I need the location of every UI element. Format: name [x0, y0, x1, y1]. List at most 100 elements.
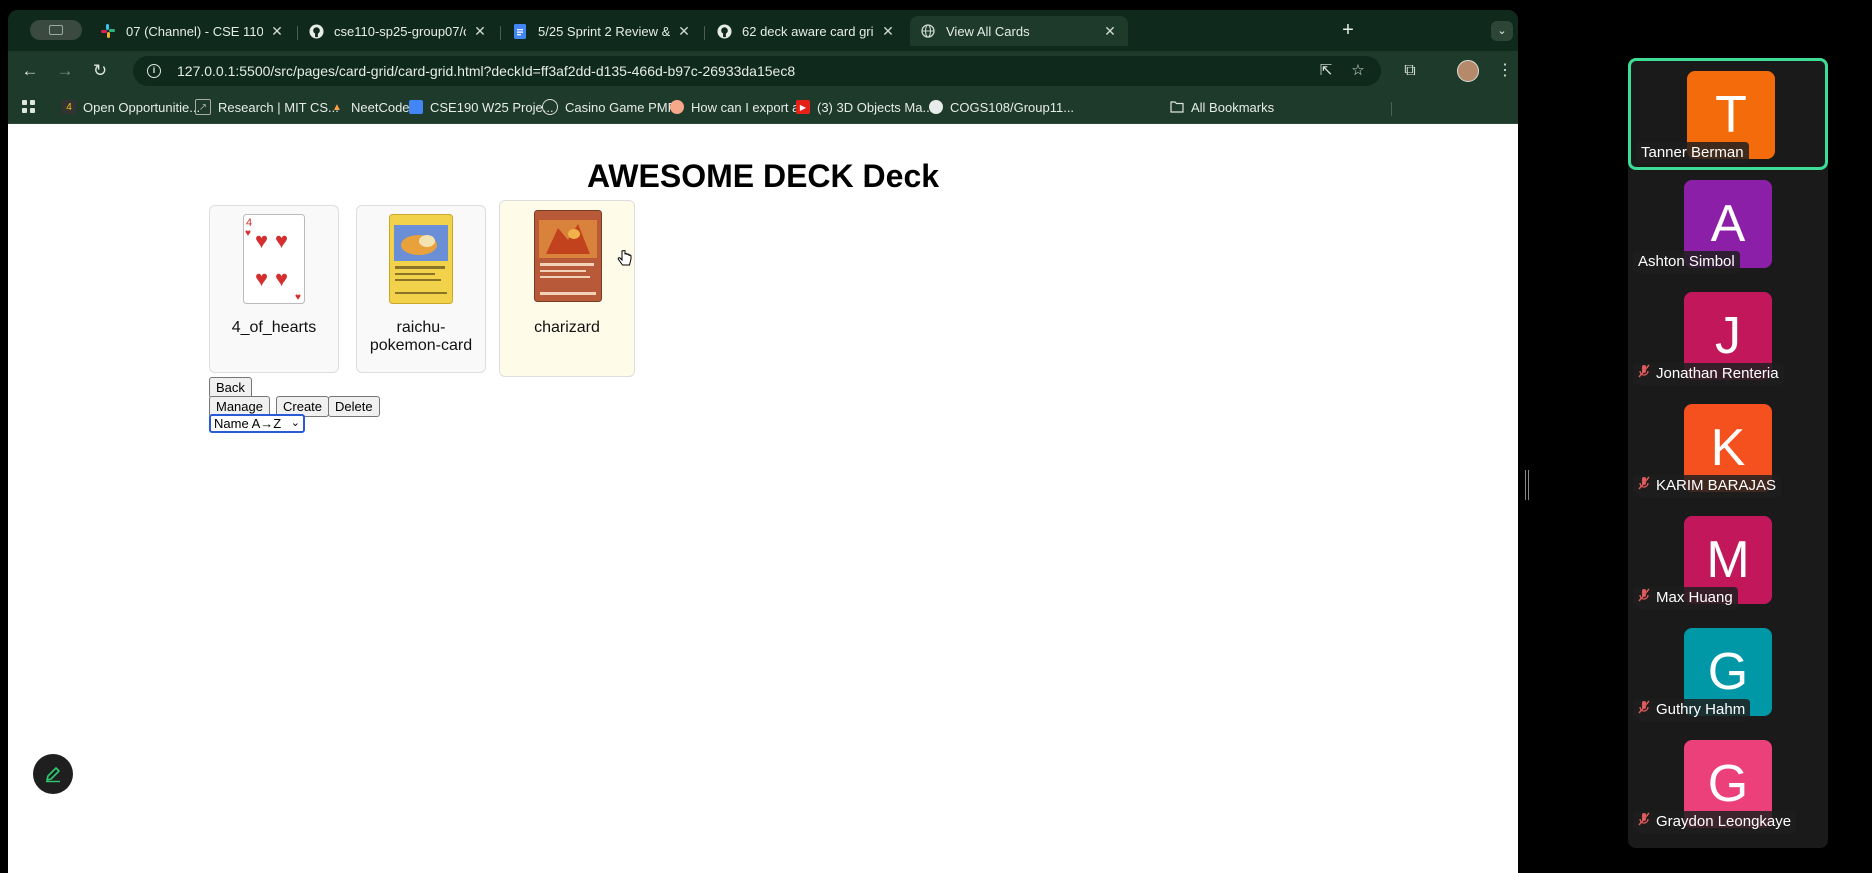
- card-tile[interactable]: charizard: [499, 200, 635, 377]
- card-name: raichu-pokemon-card: [369, 319, 473, 354]
- tab-separator: [704, 26, 705, 40]
- muted-mic-icon: [1638, 475, 1650, 497]
- open-in-app-icon[interactable]: ⇱: [1316, 61, 1336, 81]
- bookmarks-separator: [1391, 102, 1392, 116]
- edit-pencil-button[interactable]: [33, 754, 73, 794]
- participant-tile[interactable]: K KARIM BARAJAS: [1628, 394, 1828, 506]
- address-bar[interactable]: i 127.0.0.1:5500/src/pages/card-grid/car…: [133, 56, 1381, 86]
- github-icon: [929, 100, 943, 114]
- page-title: AWESOME DECK Deck: [586, 158, 940, 194]
- participant-tile[interactable]: J Jonathan Renteria: [1628, 282, 1828, 394]
- rocket-icon: ▲: [332, 101, 342, 113]
- participant-name: Graydon Leongkaye: [1633, 811, 1797, 833]
- bookmark-item[interactable]: CSE190 W25 Proje...: [409, 98, 554, 116]
- tab-title: 5/25 Sprint 2 Review & Retro: [538, 23, 670, 39]
- participant-tile[interactable]: A Ashton Simbol: [1628, 170, 1828, 282]
- globe-icon: [920, 23, 936, 39]
- tab-view-all-cards[interactable]: View All Cards ✕: [910, 16, 1128, 46]
- site-info-icon[interactable]: i: [147, 64, 161, 78]
- back-button[interactable]: Back: [209, 377, 252, 398]
- back-arrow-icon[interactable]: ←: [20, 61, 40, 81]
- browser-window: 07 (Channel) - CSE 110 Spring ✕ cse110-s…: [8, 10, 1518, 873]
- close-tab-icon[interactable]: ✕: [880, 23, 896, 40]
- participant-name: Jonathan Renteria: [1633, 363, 1784, 385]
- close-tab-icon[interactable]: ✕: [472, 23, 488, 40]
- tab-separator: [500, 26, 501, 40]
- playing-card-image: 4 ♥ ♥ ♥ ♥ ♥ ♥: [243, 214, 305, 304]
- bookmark-label: COGS108/Group11...: [950, 99, 1075, 115]
- bookmark-item[interactable]: ▲ NeetCode: [330, 98, 410, 116]
- tab-github-repo[interactable]: cse110-sp25-group07/card-d ✕: [298, 16, 498, 46]
- bookmark-label: (3) 3D Objects Ma...: [817, 99, 934, 115]
- url-text: 127.0.0.1:5500/src/pages/card-grid/card-…: [177, 63, 796, 79]
- bookmark-label: Casino Game PMF: [565, 99, 676, 115]
- participant-tile[interactable]: G Graydon Leongkaye: [1628, 730, 1828, 842]
- all-bookmarks[interactable]: All Bookmarks: [1170, 98, 1274, 116]
- chevron-down-icon: ⌄: [290, 417, 300, 429]
- participant-name-text: Ashton Simbol: [1638, 253, 1735, 270]
- card-tile[interactable]: 4 ♥ ♥ ♥ ♥ ♥ ♥ 4_of_hearts: [209, 205, 339, 373]
- delete-button[interactable]: Delete: [328, 396, 380, 417]
- panel-resize-handle[interactable]: [1525, 470, 1529, 500]
- bookmark-star-icon[interactable]: ☆: [1348, 61, 1368, 81]
- new-tab-icon[interactable]: +: [1336, 20, 1360, 40]
- bookmark-item[interactable]: COGS108/Group11...: [929, 98, 1074, 116]
- muted-mic-icon: [1638, 363, 1650, 385]
- close-tab-icon[interactable]: ✕: [676, 23, 692, 40]
- participant-tile[interactable]: M Max Huang: [1628, 506, 1828, 618]
- bookmark-label: All Bookmarks: [1191, 99, 1275, 115]
- bookmark-item[interactable]: Casino Game PMF: [542, 98, 676, 116]
- tab-google-doc[interactable]: 5/25 Sprint 2 Review & Retro ✕: [502, 16, 702, 46]
- window-switcher-icon[interactable]: [30, 20, 82, 40]
- participant-name-text: Graydon Leongkaye: [1656, 813, 1792, 830]
- participants-panel: T Tanner Berman A Ashton Simbol J Jonath…: [1628, 58, 1828, 848]
- participant-name-text: Guthry Hahm: [1656, 701, 1746, 718]
- bookmark-label: NeetCode: [351, 99, 410, 115]
- forward-arrow-icon[interactable]: →: [55, 61, 75, 81]
- svg-text:♥: ♥: [295, 292, 301, 303]
- bookmark-item[interactable]: ▶ (3) 3D Objects Ma...: [796, 98, 933, 116]
- muted-mic-icon: [1638, 811, 1650, 833]
- sort-select[interactable]: Name A→Z ⌄: [209, 414, 305, 433]
- github-icon: [716, 23, 732, 39]
- tab-title: 62 deck aware card grid and: [742, 23, 874, 39]
- close-tab-icon[interactable]: ✕: [269, 23, 285, 40]
- tab-github-issue[interactable]: 62 deck aware card grid and ✕: [706, 16, 906, 46]
- google-docs-icon: [512, 23, 528, 39]
- bookmark-label: How can I export a...: [691, 99, 811, 115]
- participant-tile[interactable]: G Guthry Hahm: [1628, 618, 1828, 730]
- extensions-icon[interactable]: ⧉: [1400, 61, 1420, 81]
- browser-toolbar: ← → ↻ i 127.0.0.1:5500/src/pages/card-gr…: [8, 51, 1518, 91]
- bookmark-item[interactable]: 4 Open Opportunitie...: [62, 98, 200, 116]
- svg-text:♥: ♥: [255, 266, 268, 291]
- bookmark-item[interactable]: How can I export a...: [670, 98, 810, 116]
- participant-name: Ashton Simbol: [1633, 251, 1740, 273]
- card-name: charizard: [534, 319, 600, 336]
- participant-name-text: Jonathan Renteria: [1656, 365, 1779, 382]
- tab-title: 07 (Channel) - CSE 110 Spring: [126, 23, 263, 39]
- casino-chip-icon: [542, 99, 558, 115]
- pokemon-card-image: [389, 214, 453, 304]
- tab-slack[interactable]: 07 (Channel) - CSE 110 Spring ✕: [90, 16, 295, 46]
- close-tab-icon[interactable]: ✕: [1102, 23, 1118, 40]
- participant-tile[interactable]: T Tanner Berman: [1628, 58, 1828, 170]
- google-docs-icon: [409, 100, 423, 114]
- muted-mic-icon: [1638, 699, 1650, 721]
- profile-avatar[interactable]: [1457, 60, 1479, 82]
- bookmark-favicon-icon: 4: [62, 100, 76, 114]
- reload-icon[interactable]: ↻: [90, 61, 110, 81]
- bookmark-label: Research | MIT CS...: [218, 99, 339, 115]
- tab-title: cse110-sp25-group07/card-d: [334, 23, 466, 39]
- apps-grid-icon[interactable]: [22, 98, 36, 116]
- bookmarks-bar: 4 Open Opportunitie... ↗ Research | MIT CS…: [8, 91, 1518, 124]
- participant-name: Guthry Hahm: [1633, 699, 1751, 721]
- bookmark-item[interactable]: ↗ Research | MIT CS...: [195, 98, 339, 116]
- card-name: 4_of_hearts: [231, 319, 317, 336]
- bookmark-favicon-icon: [670, 100, 684, 114]
- page-content: AWESOME DECK Deck 4 ♥ ♥ ♥ ♥ ♥ ♥ 4_of_hea…: [8, 124, 1518, 873]
- participant-name: KARIM BARAJAS: [1633, 475, 1782, 497]
- card-tile[interactable]: raichu-pokemon-card: [356, 205, 486, 373]
- tab-search-chevron-icon[interactable]: ⌄: [1491, 21, 1513, 41]
- bookmark-label: CSE190 W25 Proje...: [430, 99, 554, 115]
- menu-kebab-icon[interactable]: ⋮: [1495, 61, 1515, 81]
